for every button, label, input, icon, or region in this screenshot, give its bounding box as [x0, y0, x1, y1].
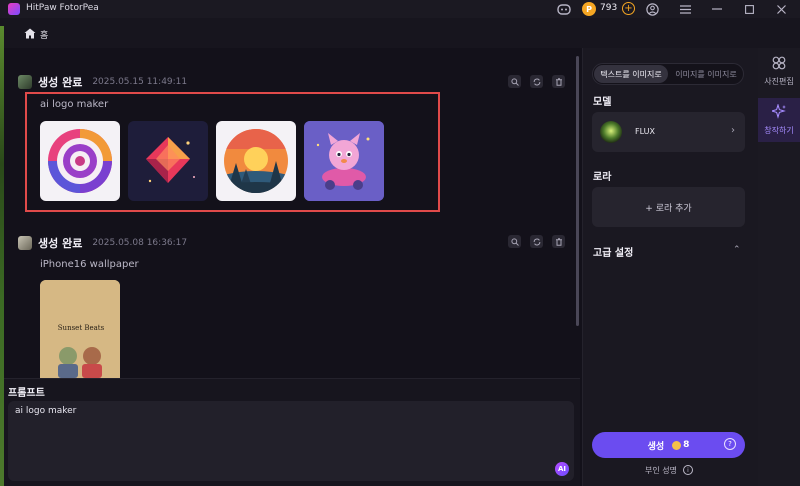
tab-text-to-image[interactable]: 텍스트를 이미지로	[594, 65, 668, 83]
regenerate-icon[interactable]	[530, 235, 543, 248]
sparkle-icon	[769, 103, 787, 123]
account-icon[interactable]	[645, 1, 659, 17]
timestamp: 2025.05.08 16:36:17	[92, 238, 188, 248]
disclaimer-link[interactable]: 부인 성명	[645, 465, 677, 476]
grid-icon	[772, 56, 786, 74]
maximize-icon[interactable]	[742, 1, 756, 17]
credit-count: 793	[600, 3, 618, 13]
chevron-right-icon: ›	[731, 125, 735, 136]
selection-highlight	[25, 92, 440, 212]
nav-photo-edit[interactable]: 사진편집	[758, 56, 800, 87]
prompt-heading: 프롬프트	[8, 388, 45, 399]
discord-icon[interactable]	[556, 1, 572, 17]
home-icon[interactable]	[24, 28, 36, 39]
feed-scrollbar[interactable]	[576, 56, 579, 326]
breadcrumb[interactable]: 홈	[40, 28, 48, 41]
prompt-input-value[interactable]: ai logo maker	[15, 406, 76, 416]
add-lora-button[interactable]: + 로라 추가	[592, 187, 745, 227]
timestamp: 2025.05.15 11:49:11	[92, 77, 188, 87]
nav-create[interactable]: 창작하기	[758, 103, 800, 136]
nav-label: 사진편집	[764, 77, 794, 86]
generate-cost: 8	[683, 440, 690, 450]
generate-button[interactable]: 생성 8	[592, 432, 745, 458]
regenerate-icon[interactable]	[530, 75, 543, 88]
nav-label: 창작하기	[764, 126, 794, 135]
delete-icon[interactable]	[552, 235, 565, 248]
wallpaper-caption: Sunset Beats	[57, 324, 105, 332]
breadcrumb-bar	[0, 18, 800, 48]
generation-feed: 생성 완료 2025.05.15 11:49:11 ai logo maker	[4, 48, 578, 378]
advanced-settings-label[interactable]: 고급 설정	[593, 244, 633, 259]
status-label: 생성 완료	[38, 237, 83, 250]
generation-header: 생성 완료 2025.05.08 16:36:17	[18, 235, 187, 251]
app-title: HitPaw FotorPea	[26, 3, 99, 13]
group-thumbnail	[18, 75, 32, 89]
tab-image-to-image[interactable]: 이미지를 이미지로	[670, 65, 742, 83]
generation-header: 생성 완료 2025.05.15 11:49:11	[18, 74, 187, 90]
model-name: FLUX	[635, 127, 655, 136]
add-credits-button[interactable]: +	[622, 2, 635, 15]
close-icon[interactable]	[774, 1, 788, 17]
menu-icon[interactable]	[678, 1, 692, 17]
zoom-icon[interactable]	[508, 75, 521, 88]
lora-label: 로라	[593, 172, 612, 183]
prompt-input[interactable]	[8, 401, 574, 481]
model-thumbnail	[600, 121, 622, 143]
generate-label: 생성	[647, 441, 665, 452]
generation-prompt: iPhone16 wallpaper	[40, 259, 139, 270]
model-label: 모델	[593, 97, 612, 108]
coin-icon: P	[582, 2, 596, 16]
chevron-up-icon[interactable]: ⌃	[733, 245, 741, 255]
coin-icon	[672, 440, 682, 450]
delete-icon[interactable]	[552, 75, 565, 88]
status-label: 생성 완료	[38, 76, 83, 89]
info-icon[interactable]: i	[683, 465, 693, 475]
zoom-icon[interactable]	[508, 235, 521, 248]
help-icon[interactable]: ?	[724, 438, 736, 450]
group-thumbnail	[18, 236, 32, 250]
minimize-icon[interactable]	[710, 1, 724, 17]
ai-assist-button[interactable]: AI	[555, 462, 569, 476]
app-logo	[8, 3, 20, 15]
